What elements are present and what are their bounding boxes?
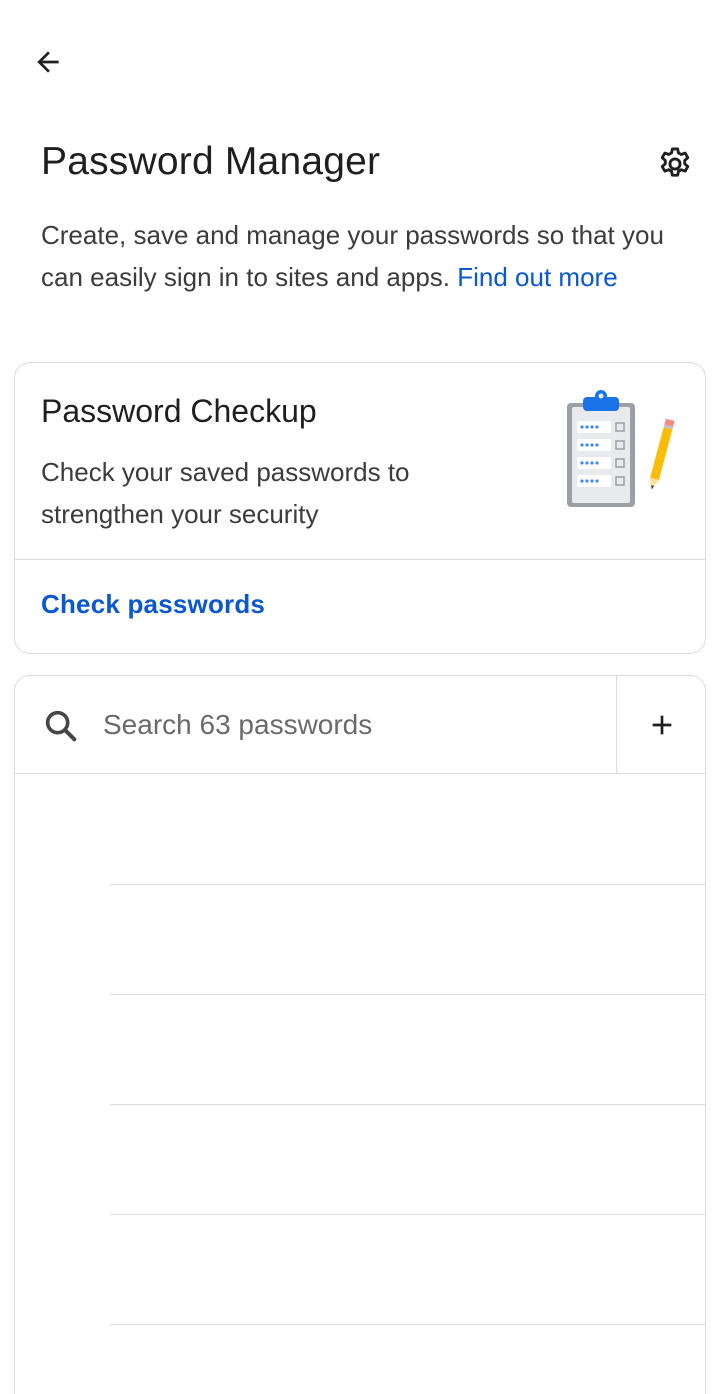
- search-bar: [15, 676, 705, 774]
- list-item[interactable]: [15, 1105, 705, 1215]
- page-title: Password Manager: [41, 140, 381, 183]
- list-item[interactable]: [15, 995, 705, 1105]
- plus-icon: [652, 715, 671, 735]
- list-item[interactable]: [15, 1215, 705, 1325]
- check-passwords-button[interactable]: Check passwords: [41, 589, 265, 620]
- clipboard-pencil-illustration: [567, 390, 675, 507]
- arrow-back-icon: [37, 51, 59, 73]
- checkup-title: Password Checkup: [41, 393, 317, 429]
- settings-button[interactable]: [651, 140, 699, 188]
- passwords-list-card: [14, 675, 706, 1394]
- search-icon: [45, 710, 77, 742]
- list-item[interactable]: [15, 885, 705, 995]
- add-password-button[interactable]: [616, 676, 706, 774]
- list-divider: [110, 1324, 705, 1325]
- password-checkup-card: Password Checkup Check your saved passwo…: [14, 362, 706, 654]
- search-input[interactable]: [103, 702, 593, 748]
- checkup-description: Check your saved passwords to strengthen…: [41, 457, 410, 529]
- find-out-more-link[interactable]: Find out more: [457, 262, 617, 292]
- gear-icon: [660, 147, 690, 177]
- intro-text: Create, save and manage your passwords s…: [41, 214, 691, 298]
- list-item[interactable]: [15, 775, 705, 885]
- password-manager-page: Password Manager Create, save and manage…: [0, 0, 720, 1394]
- back-button[interactable]: [24, 38, 72, 86]
- card-divider: [15, 559, 705, 560]
